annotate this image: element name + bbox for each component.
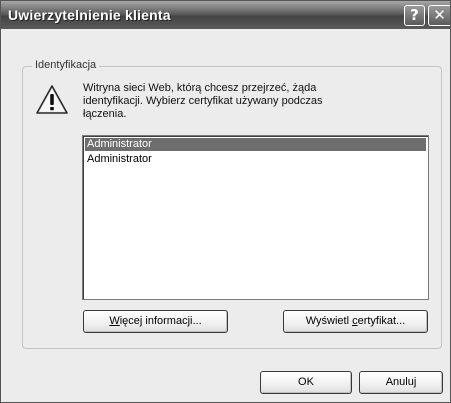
message-line-1: Witryna sieci Web, którą chcesz przejrze…	[83, 82, 317, 94]
message-line-2: identyfikacji. Wybierz certyfikat używan…	[83, 95, 323, 107]
client-authentication-dialog: Uwierzytelnienie klienta ? ✕ Identyfikac…	[0, 0, 451, 403]
ok-button[interactable]: OK	[260, 371, 352, 394]
list-item[interactable]: Administrator	[85, 138, 426, 151]
more-info-mnemonic: W	[109, 315, 120, 327]
help-icon[interactable]: ?	[404, 5, 425, 26]
certificate-list[interactable]: Administrator Administrator	[82, 135, 429, 300]
close-icon[interactable]: ✕	[428, 5, 450, 26]
more-info-label: ięcej informacji...	[119, 315, 202, 327]
more-info-button[interactable]: Więcej informacji...	[83, 310, 228, 333]
list-item[interactable]: Administrator	[85, 153, 426, 166]
cancel-button[interactable]: Anuluj	[359, 371, 443, 394]
view-cert-label: ertyfikat...	[357, 315, 406, 327]
view-certificate-button[interactable]: Wyświetl certyfikat...	[283, 310, 428, 333]
window-title: Uwierzytelnienie klienta	[8, 7, 171, 23]
view-cert-prefix: Wyświetl	[305, 315, 353, 327]
warning-icon	[36, 85, 68, 114]
identification-message: Witryna sieci Web, którą chcesz przejrze…	[83, 82, 383, 121]
title-bar[interactable]: Uwierzytelnienie klienta ? ✕	[1, 1, 450, 29]
group-label: Identyfikacja	[32, 59, 100, 71]
message-line-3: łączenia.	[83, 108, 127, 120]
